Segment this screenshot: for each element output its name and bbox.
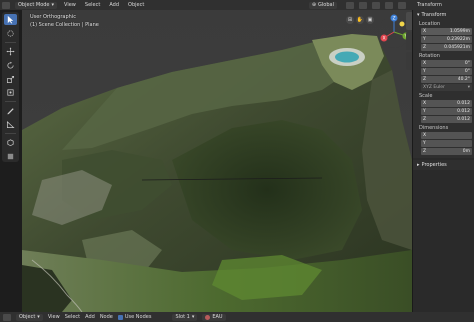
chevron-down-icon: ▾ <box>417 12 420 18</box>
hand-icon[interactable]: ✋ <box>356 16 364 24</box>
dimensions-label: Dimensions <box>419 125 449 131</box>
shader-mode-dropdown[interactable]: Object ▾ <box>16 313 43 321</box>
x-axis-label: X <box>382 36 385 42</box>
transform-icon <box>7 89 14 97</box>
rotation-y-field[interactable]: Y 0° <box>421 68 472 75</box>
location-y-field[interactable]: Y 0.23922m <box>421 36 472 43</box>
z-axis-label: Z <box>392 16 395 22</box>
grid-icon[interactable]: ⊞ <box>346 16 354 24</box>
scale-tool[interactable] <box>4 74 17 85</box>
rotation-label: Rotation <box>419 53 440 59</box>
properties-label: Properties <box>421 162 447 168</box>
3d-viewport[interactable]: User Orthographic (1) Scene Collection |… <box>22 10 412 312</box>
proportional-edit-icon[interactable] <box>372 1 380 9</box>
scale-y-field[interactable]: Y 0.012 <box>421 108 472 115</box>
transform-orientation-label: Global <box>318 1 334 8</box>
measure-tool[interactable] <box>4 119 17 130</box>
rotate-tool[interactable] <box>4 60 17 71</box>
menu-object[interactable]: Object <box>126 2 146 9</box>
properties-sidebar: ▾ Transform Location X 1.0599m Y 0.23922m … <box>412 10 474 312</box>
shader-editor-header: Object ▾ View Select Add Node Use Nodes S… <box>0 312 474 322</box>
cursor-tool[interactable] <box>4 28 17 39</box>
ruler-icon <box>6 121 15 129</box>
viewport-header: Object Mode ▾ View Select Add Object ⊕ G… <box>0 0 474 10</box>
menu-add[interactable]: Add <box>107 2 121 9</box>
collection-label: (1) Scene Collection | Plane <box>30 22 99 28</box>
transform-tool[interactable] <box>4 88 17 99</box>
cursor-arrow-icon <box>7 15 14 24</box>
material-selector[interactable]: EAU <box>202 313 226 321</box>
transform-panel-header[interactable]: ▾ Transform <box>413 10 474 20</box>
move-icon <box>6 47 15 56</box>
editor-type-icon[interactable] <box>2 1 10 9</box>
tab-transform[interactable]: Transform <box>414 0 445 10</box>
rotation-z-field[interactable]: Z 40.2° <box>421 76 472 83</box>
menu-view[interactable]: View <box>62 2 78 9</box>
location-label: Location <box>419 21 441 27</box>
scale-x-field[interactable]: X 0.012 <box>421 100 472 107</box>
viewport-nav-buttons: ⊞ ✋ ▣ <box>346 16 374 24</box>
snap-icon[interactable] <box>359 1 367 9</box>
view-name: User Orthographic <box>30 14 76 20</box>
chevron-down-icon: ▾ <box>37 313 40 320</box>
scale-label: Scale <box>419 93 433 99</box>
editor-type-icon[interactable] <box>3 313 11 321</box>
checkbox-icon <box>117 314 123 320</box>
overlay-icon[interactable] <box>385 1 393 9</box>
active-axis-dot <box>399 21 405 27</box>
use-nodes-toggle[interactable]: Use Nodes <box>117 314 151 321</box>
menu-select[interactable]: Select <box>65 314 80 321</box>
material-sphere-icon <box>205 314 211 320</box>
chevron-right-icon: ▸ <box>417 162 420 168</box>
extra-tool[interactable] <box>4 151 17 162</box>
chevron-down-icon: ▾ <box>467 85 470 90</box>
globe-icon: ⊕ <box>311 1 317 8</box>
rotate-icon <box>7 61 14 69</box>
annotate-tool[interactable] <box>4 105 17 116</box>
menu-select[interactable]: Select <box>83 2 102 9</box>
location-x-field[interactable]: X 1.0599m <box>421 28 472 35</box>
menu-view[interactable]: View <box>48 314 60 321</box>
shading-icon[interactable] <box>398 1 406 9</box>
left-toolbar <box>2 12 19 162</box>
mode-dropdown[interactable]: Object Mode ▾ <box>15 1 58 9</box>
shear-icon <box>7 153 14 160</box>
transform-panel: Location X 1.0599m Y 0.23922m Z 0.045921m R… <box>413 20 474 158</box>
rotation-mode-dropdown[interactable]: XYZ Euler ▾ <box>421 84 472 91</box>
dimensions-z-field[interactable]: Z 0m <box>421 148 472 155</box>
select-box-tool[interactable] <box>4 14 17 25</box>
pencil-icon <box>7 108 14 115</box>
dimensions-x-field[interactable]: X <box>421 132 472 139</box>
chevron-down-icon: ▾ <box>51 1 55 8</box>
pivot-icon[interactable] <box>346 1 354 9</box>
slot-dropdown[interactable]: Slot 1 ▾ <box>172 313 198 321</box>
move-tool[interactable] <box>4 46 17 57</box>
mode-label: Object Mode <box>18 1 50 8</box>
scale-z-field[interactable]: Z 0.012 <box>421 116 472 123</box>
menu-node[interactable]: Node <box>100 314 113 321</box>
transform-orientation-dropdown[interactable]: ⊕ Global <box>308 1 337 9</box>
properties-panel-header[interactable]: ▸ Properties <box>413 160 474 170</box>
cube-add-icon <box>7 139 14 147</box>
camera-icon[interactable]: ▣ <box>366 16 374 24</box>
menu-add[interactable]: Add <box>85 314 95 321</box>
chevron-down-icon: ▾ <box>191 313 195 320</box>
panel-title: Transform <box>421 12 447 18</box>
location-z-field[interactable]: Z 0.045921m <box>421 44 472 51</box>
add-cube-tool[interactable] <box>4 137 17 148</box>
dimensions-y-field[interactable]: Y <box>421 140 472 147</box>
scale-icon <box>6 75 15 83</box>
3d-cursor-icon <box>7 30 14 37</box>
rotation-x-field[interactable]: X 0° <box>421 60 472 67</box>
terrain-scene <box>22 10 412 312</box>
